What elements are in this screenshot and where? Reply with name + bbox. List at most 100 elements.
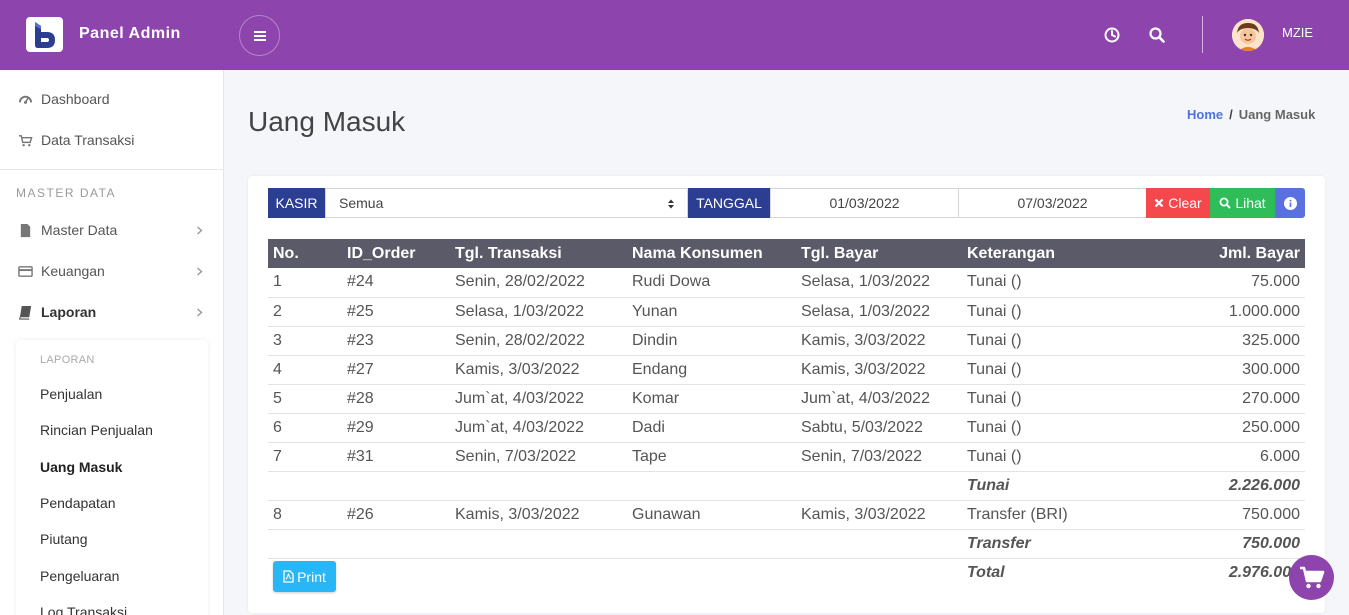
lihat-button-label: Lihat: [1235, 195, 1266, 211]
table-cell: Yunan: [627, 297, 796, 327]
sidebar-item-dashboard[interactable]: Dashboard: [0, 87, 224, 111]
table-cell: [627, 471, 796, 501]
kasir-select-value: Semua: [339, 195, 384, 211]
table-cell: Jum`at, 4/03/2022: [450, 384, 627, 414]
table-cell: 8: [268, 500, 342, 530]
table-cell: [796, 529, 962, 559]
table-row: 4 #27 Kamis, 3/03/2022 Endang Kamis, 3/03/20…: [268, 355, 1305, 385]
lihat-button[interactable]: Lihat: [1210, 188, 1275, 218]
table-cell: Komar: [627, 384, 796, 414]
uang-masuk-table: No. ID_Order Tgl. Transaksi Nama Konsume…: [268, 239, 1305, 587]
table-cell: 3: [268, 326, 342, 356]
table-cell: Tunai (): [962, 442, 1142, 472]
username[interactable]: MZIE: [1282, 25, 1313, 40]
table-cell: 270.000: [1142, 384, 1305, 414]
print-button[interactable]: Print: [273, 561, 336, 592]
table-cell: Kamis, 3/03/2022: [450, 355, 627, 385]
table-cell: #31: [342, 442, 450, 472]
table-cell: Tunai: [962, 471, 1142, 501]
column-header: Keterangan: [962, 239, 1142, 268]
table-row: 5 #28 Jum`at, 4/03/2022 Komar Jum`at, 4/03/2…: [268, 384, 1305, 414]
table-cell: 6.000: [1142, 442, 1305, 472]
table-cell: Tape: [627, 442, 796, 472]
submenu-item-piutang[interactable]: Piutang: [40, 531, 87, 547]
table-cell: #29: [342, 413, 450, 443]
sidebar-item-label: Laporan: [41, 304, 97, 320]
column-header: Tgl. Bayar: [796, 239, 962, 268]
search-icon: [1219, 197, 1232, 209]
table-row: 2 #25 Selasa, 1/03/2022 Yunan Selasa, 1/03/2…: [268, 297, 1305, 327]
file-icon: [20, 223, 31, 237]
table-cell: Dindin: [627, 326, 796, 356]
table-cell: 300.000: [1142, 355, 1305, 385]
table-cell: 325.000: [1142, 326, 1305, 356]
table-cell: Transfer: [962, 529, 1142, 559]
avatar[interactable]: [1232, 19, 1264, 51]
page-title: Uang Masuk: [248, 106, 406, 137]
app-logo[interactable]: [26, 17, 63, 52]
table-cell: 4: [268, 355, 342, 385]
table-cell: [342, 471, 450, 501]
table-cell: Kamis, 3/03/2022: [796, 355, 962, 385]
cart-floating-button[interactable]: [1289, 555, 1334, 600]
table-cell: #28: [342, 384, 450, 414]
table-row: 6 #29 Jum`at, 4/03/2022 Dadi Sabtu, 5/03/202…: [268, 413, 1305, 443]
submenu-item-log-transaksi[interactable]: Log Transaksi: [40, 604, 127, 615]
sidebar-item-label: Master Data: [41, 222, 118, 238]
tanggal-label: TANGGAL: [688, 188, 770, 218]
table-cell: [627, 529, 796, 559]
date-to-input[interactable]: 07/03/2022: [958, 188, 1147, 218]
shopping-cart-icon: [1299, 566, 1324, 588]
table-cell: Senin, 7/03/2022: [450, 442, 627, 472]
breadcrumb-home-link[interactable]: Home: [1187, 107, 1223, 122]
table-cell: Selasa, 1/03/2022: [450, 297, 627, 327]
table-row: 3 #23 Senin, 28/02/2022 Dindin Kamis, 3/03/2…: [268, 326, 1305, 356]
sidebar-item-laporan[interactable]: Laporan: [0, 300, 224, 324]
print-button-label: Print: [297, 568, 326, 585]
submenu-item-pendapatan[interactable]: Pendapatan: [40, 495, 116, 511]
table-cell: Gunawan: [627, 500, 796, 530]
submenu-item-penjualan[interactable]: Penjualan: [40, 386, 102, 402]
subtotal-row: Transfer 750.000: [268, 529, 1305, 559]
submenu-item-rincian-penjualan[interactable]: Rincian Penjualan: [40, 422, 153, 438]
table-cell: 2.976.000: [1228, 563, 1300, 581]
menu-toggle-button[interactable]: [239, 15, 280, 56]
date-from-input[interactable]: 01/03/2022: [770, 188, 959, 218]
kasir-select[interactable]: Semua: [325, 188, 688, 218]
sidebar-item-master-data[interactable]: Master Data: [0, 218, 224, 242]
close-icon: [1154, 198, 1164, 208]
dashboard-icon: [18, 95, 33, 104]
menu-icon: [253, 34, 266, 37]
search-icon[interactable]: [1148, 26, 1166, 44]
submenu-item-uang-masuk[interactable]: Uang Masuk: [40, 459, 122, 475]
sidebar-divider: [0, 169, 224, 170]
chevron-right-icon: [197, 225, 203, 235]
table-cell: Transfer (BRI): [962, 500, 1142, 530]
table-cell: Kamis, 3/03/2022: [796, 326, 962, 356]
table-cell: Selasa, 1/03/2022: [796, 297, 962, 327]
table-cell: 750.000: [1142, 529, 1305, 559]
column-header: No.: [268, 239, 342, 268]
chevron-right-icon: [197, 307, 203, 317]
table-cell: 1: [268, 268, 342, 298]
sidebar-item-keuangan[interactable]: Keuangan: [0, 259, 224, 283]
submenu-item-pengeluaran[interactable]: Pengeluaran: [40, 568, 119, 584]
table-cell: #25: [342, 297, 450, 327]
table-cell: [627, 558, 796, 587]
table-cell: 6: [268, 413, 342, 443]
table-cell: Sabtu, 5/03/2022: [796, 413, 962, 443]
table-cell: [268, 529, 342, 559]
table-body: 1 #24 Senin, 28/02/2022 Rudi Dowa Selasa, 1/…: [268, 268, 1305, 587]
table-cell: Jum`at, 4/03/2022: [796, 384, 962, 414]
table-cell: #23: [342, 326, 450, 356]
table-cell: Tunai (): [962, 268, 1142, 298]
pdf-file-icon: [283, 570, 294, 583]
sidebar-item-data-transaksi[interactable]: Data Transaksi: [0, 128, 224, 152]
table-cell: Rudi Dowa: [627, 268, 796, 298]
clock-icon[interactable]: [1103, 26, 1121, 44]
table-row: 8 #26 Kamis, 3/03/2022 Gunawan Kamis, 3/03/2…: [268, 500, 1305, 530]
clear-button[interactable]: Clear: [1146, 188, 1210, 218]
info-button[interactable]: [1275, 188, 1305, 218]
table-cell: Tunai (): [962, 326, 1142, 356]
table-cell: Endang: [627, 355, 796, 385]
